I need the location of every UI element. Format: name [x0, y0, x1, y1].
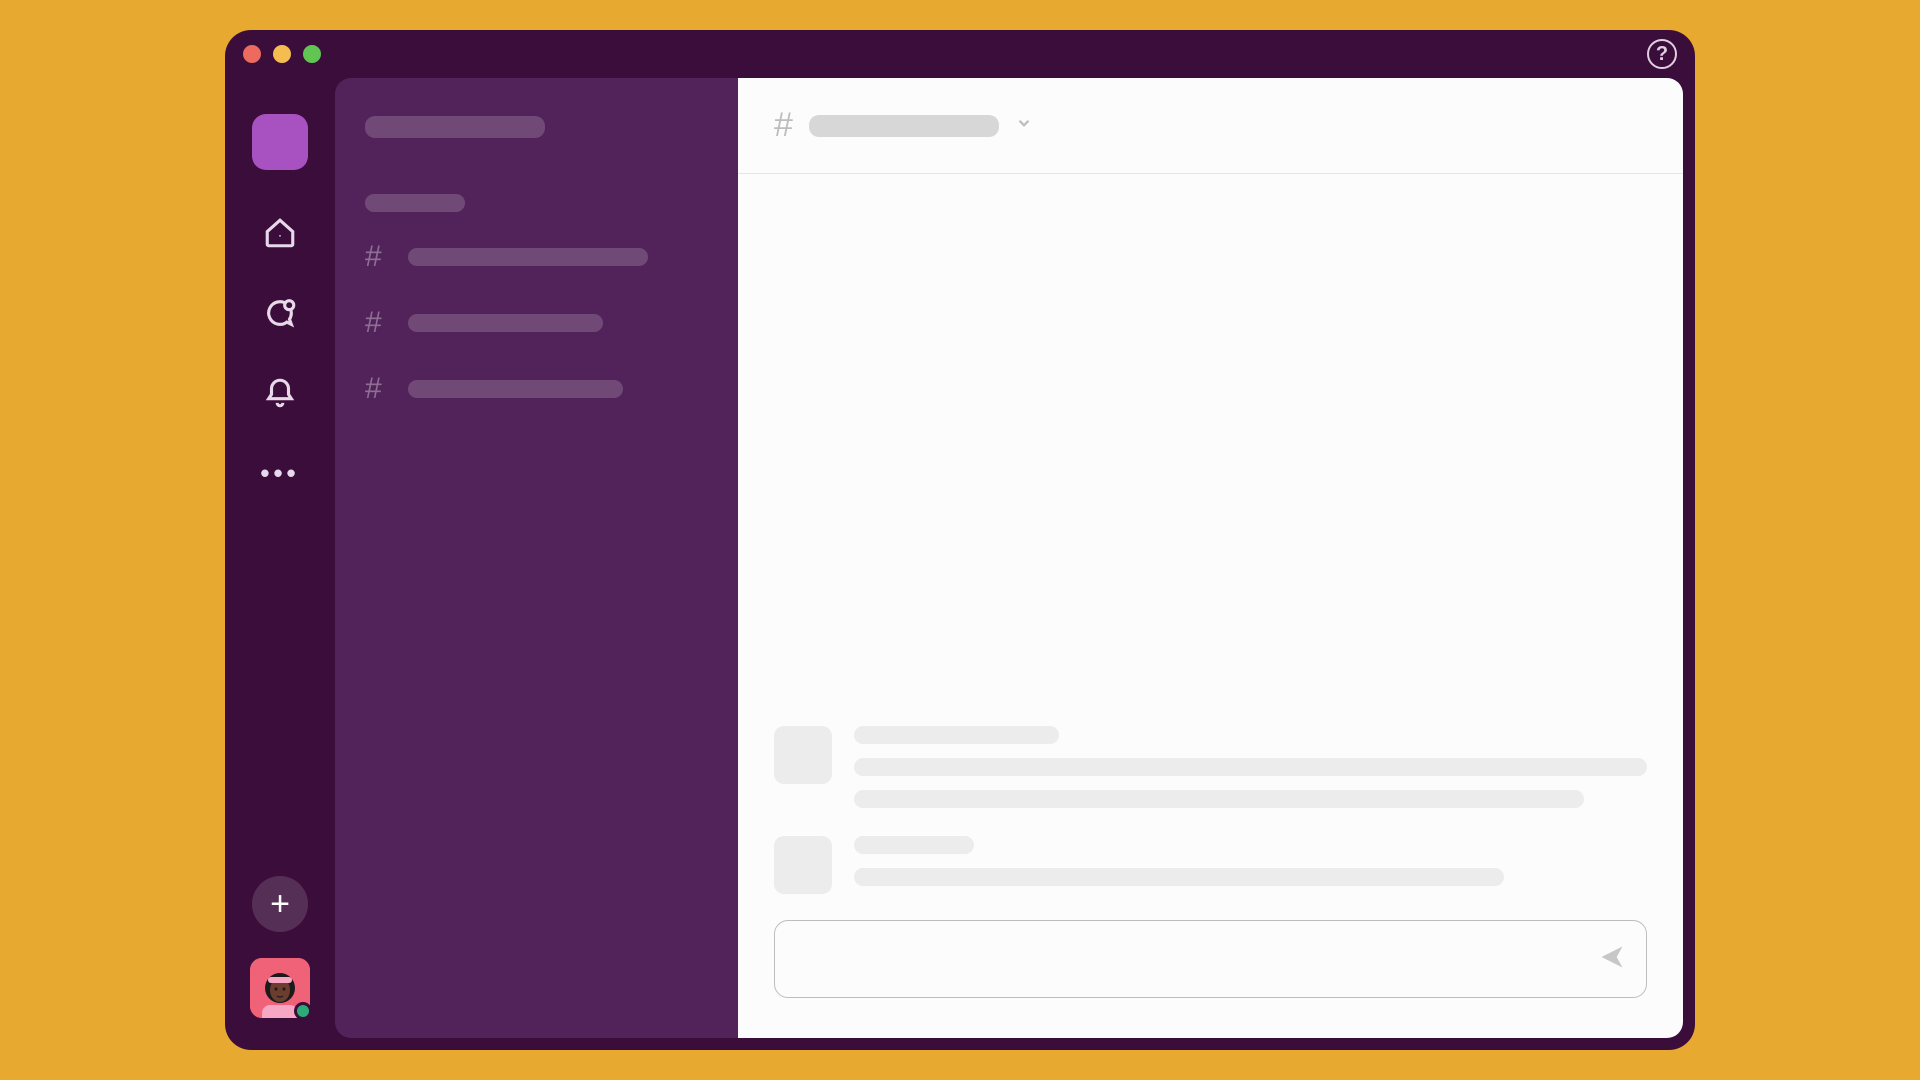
channel-name [408, 314, 603, 332]
channel-name [408, 380, 623, 398]
workspace-name[interactable] [365, 116, 545, 138]
hash-icon: # [365, 240, 382, 274]
message-list [738, 174, 1683, 894]
main-content: # [738, 78, 1683, 1038]
create-new-button[interactable]: + [252, 876, 308, 932]
help-icon: ? [1656, 43, 1668, 66]
chevron-down-icon [1015, 114, 1033, 137]
message-author [854, 836, 974, 854]
channel-sidebar: # # # [335, 78, 738, 1038]
message-author [854, 726, 1059, 744]
dms-icon[interactable] [263, 296, 297, 330]
message-avatar[interactable] [774, 726, 832, 784]
help-button[interactable]: ? [1647, 39, 1677, 69]
message-item [774, 726, 1647, 808]
hash-icon: # [774, 106, 793, 145]
user-menu[interactable] [250, 958, 310, 1018]
message-text [854, 790, 1584, 808]
activity-icon[interactable] [263, 376, 297, 410]
workspace-switcher[interactable] [252, 114, 308, 170]
message-text [854, 758, 1647, 776]
composer-area [738, 894, 1683, 1038]
close-window-button[interactable] [243, 45, 261, 63]
send-button[interactable] [1598, 943, 1626, 976]
channel-item[interactable]: # [365, 240, 708, 274]
presence-indicator [294, 1002, 312, 1020]
workspace-rail: ••• + [225, 78, 335, 1038]
message-text [854, 868, 1504, 886]
more-icon[interactable]: ••• [263, 456, 297, 490]
home-icon[interactable] [263, 216, 297, 250]
channel-header[interactable]: # [738, 78, 1683, 174]
hash-icon: # [365, 306, 382, 340]
channel-name [408, 248, 648, 266]
app-window: ? ••• + [225, 30, 1695, 1050]
title-bar: ? [225, 30, 1695, 78]
channel-title [809, 115, 999, 137]
zoom-window-button[interactable] [303, 45, 321, 63]
message-composer[interactable] [774, 920, 1647, 998]
hash-icon: # [365, 372, 382, 406]
send-icon [1598, 943, 1626, 971]
message-avatar[interactable] [774, 836, 832, 894]
channel-item[interactable]: # [365, 306, 708, 340]
plus-icon: + [270, 885, 290, 924]
channel-item[interactable]: # [365, 372, 708, 406]
window-controls [243, 45, 321, 63]
message-item [774, 836, 1647, 894]
sidebar-section-label[interactable] [365, 194, 465, 212]
minimize-window-button[interactable] [273, 45, 291, 63]
